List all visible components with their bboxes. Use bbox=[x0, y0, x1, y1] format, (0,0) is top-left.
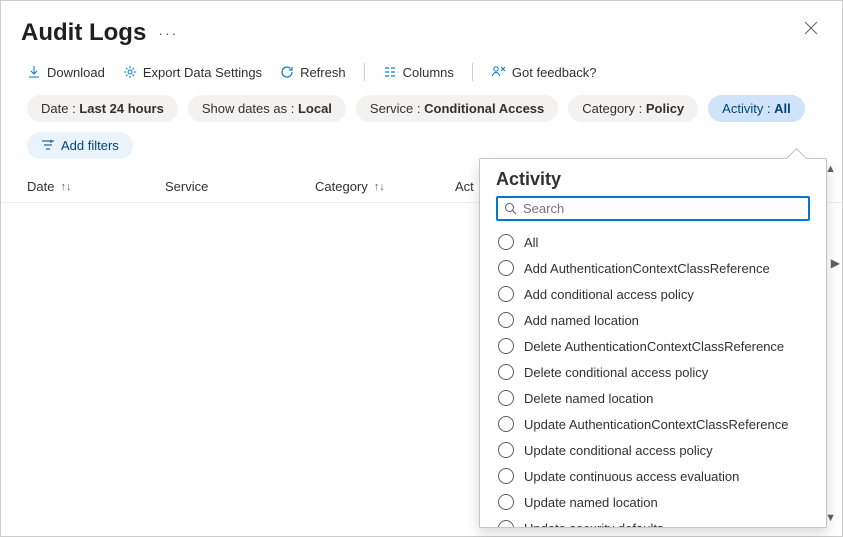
activity-option[interactable]: Add conditional access policy bbox=[496, 281, 822, 307]
radio-icon bbox=[498, 312, 514, 328]
activity-option-label: Add named location bbox=[524, 313, 639, 328]
activity-option-label: Add AuthenticationContextClassReference bbox=[524, 261, 770, 276]
activity-option-label: Delete conditional access policy bbox=[524, 365, 708, 380]
close-icon[interactable] bbox=[800, 17, 822, 44]
column-header-date[interactable]: Date ↑↓ bbox=[27, 179, 165, 194]
filter-service-pill[interactable]: Service : Conditional Access bbox=[356, 95, 558, 122]
toolbar-divider bbox=[364, 63, 365, 81]
activity-option-label: All bbox=[524, 235, 538, 250]
search-icon bbox=[504, 202, 517, 215]
add-filters-label: Add filters bbox=[61, 138, 119, 153]
activity-option[interactable]: Delete AuthenticationContextClassReferen… bbox=[496, 333, 822, 359]
filter-date-pill[interactable]: Date : Last 24 hours bbox=[27, 95, 178, 122]
search-input[interactable] bbox=[523, 201, 802, 216]
flyout-search-box[interactable] bbox=[496, 196, 810, 221]
activity-option-label: Delete named location bbox=[524, 391, 653, 406]
column-category-label: Category bbox=[315, 179, 368, 194]
activity-option-label: Update conditional access policy bbox=[524, 443, 713, 458]
activity-dropdown: Activity All Add AuthenticationContextCla… bbox=[479, 158, 827, 528]
gear-icon bbox=[123, 65, 137, 79]
export-label: Export Data Settings bbox=[143, 65, 262, 80]
activity-option[interactable]: Update security defaults bbox=[496, 515, 822, 527]
refresh-icon bbox=[280, 65, 294, 79]
radio-icon bbox=[498, 338, 514, 354]
filter-icon bbox=[41, 140, 55, 152]
filter-category-value: Policy bbox=[646, 101, 684, 116]
feedback-icon bbox=[491, 65, 506, 79]
activity-option-label: Update AuthenticationContextClassReferen… bbox=[524, 417, 789, 432]
activity-option[interactable]: Update named location bbox=[496, 489, 822, 515]
filter-date-value: Last 24 hours bbox=[79, 101, 164, 116]
radio-icon bbox=[498, 416, 514, 432]
toolbar: Download Export Data Settings Refresh Co… bbox=[1, 57, 842, 95]
toolbar-divider bbox=[472, 63, 473, 81]
column-service-label: Service bbox=[165, 179, 208, 194]
filter-showdates-label: Show dates as : bbox=[202, 101, 298, 116]
download-label: Download bbox=[47, 65, 105, 80]
radio-icon bbox=[498, 260, 514, 276]
activity-option[interactable]: Delete named location bbox=[496, 385, 822, 411]
side-chevron-icon[interactable]: ▶ bbox=[829, 254, 842, 272]
radio-icon bbox=[498, 364, 514, 380]
radio-icon bbox=[498, 390, 514, 406]
filter-showdates-value: Local bbox=[298, 101, 332, 116]
export-settings-button[interactable]: Export Data Settings bbox=[123, 65, 262, 80]
activity-option-label: Add conditional access policy bbox=[524, 287, 694, 302]
activity-option[interactable]: Update AuthenticationContextClassReferen… bbox=[496, 411, 822, 437]
flyout-options-list[interactable]: All Add AuthenticationContextClassReferen… bbox=[480, 229, 826, 527]
filter-date-label: Date : bbox=[41, 101, 79, 116]
sort-icon: ↑↓ bbox=[60, 181, 71, 193]
columns-icon bbox=[383, 65, 397, 79]
radio-icon bbox=[498, 234, 514, 250]
download-button[interactable]: Download bbox=[27, 65, 105, 80]
filter-category-label: Category : bbox=[582, 101, 646, 116]
column-header-service[interactable]: Service bbox=[165, 179, 315, 194]
filter-service-value: Conditional Access bbox=[424, 101, 544, 116]
page-title: Audit Logs bbox=[21, 19, 146, 47]
column-header-category[interactable]: Category ↑↓ bbox=[315, 179, 455, 194]
refresh-label: Refresh bbox=[300, 65, 346, 80]
radio-icon bbox=[498, 520, 514, 527]
activity-option[interactable]: All bbox=[496, 229, 822, 255]
feedback-button[interactable]: Got feedback? bbox=[491, 65, 597, 80]
more-actions-icon[interactable]: ··· bbox=[158, 25, 178, 41]
radio-icon bbox=[498, 494, 514, 510]
filter-activity-value: All bbox=[774, 101, 791, 116]
refresh-button[interactable]: Refresh bbox=[280, 65, 346, 80]
sort-icon: ↑↓ bbox=[374, 181, 385, 193]
activity-option[interactable]: Update continuous access evaluation bbox=[496, 463, 822, 489]
filter-showdates-pill[interactable]: Show dates as : Local bbox=[188, 95, 346, 122]
add-filters-button[interactable]: Add filters bbox=[27, 132, 133, 159]
scroll-up-icon[interactable]: ▲ bbox=[825, 163, 836, 175]
activity-option-label: Delete AuthenticationContextClassReferen… bbox=[524, 339, 784, 354]
column-date-label: Date bbox=[27, 179, 54, 194]
filter-category-pill[interactable]: Category : Policy bbox=[568, 95, 698, 122]
columns-label: Columns bbox=[403, 65, 454, 80]
activity-option[interactable]: Add AuthenticationContextClassReference bbox=[496, 255, 822, 281]
columns-button[interactable]: Columns bbox=[383, 65, 454, 80]
column-activity-label: Act bbox=[455, 179, 474, 194]
activity-option[interactable]: Update conditional access policy bbox=[496, 437, 822, 463]
activity-option[interactable]: Add named location bbox=[496, 307, 822, 333]
download-icon bbox=[27, 65, 41, 79]
filter-activity-pill[interactable]: Activity : All bbox=[708, 95, 805, 122]
filter-service-label: Service : bbox=[370, 101, 424, 116]
radio-icon bbox=[498, 468, 514, 484]
activity-option-label: Update named location bbox=[524, 495, 658, 510]
activity-option-label: Update security defaults bbox=[524, 521, 663, 528]
flyout-title: Activity bbox=[480, 159, 826, 196]
feedback-label: Got feedback? bbox=[512, 65, 597, 80]
activity-option[interactable]: Delete conditional access policy bbox=[496, 359, 822, 385]
filter-activity-label: Activity : bbox=[722, 101, 774, 116]
activity-option-label: Update continuous access evaluation bbox=[524, 469, 739, 484]
radio-icon bbox=[498, 442, 514, 458]
scroll-down-icon[interactable]: ▼ bbox=[825, 512, 836, 524]
radio-icon bbox=[498, 286, 514, 302]
